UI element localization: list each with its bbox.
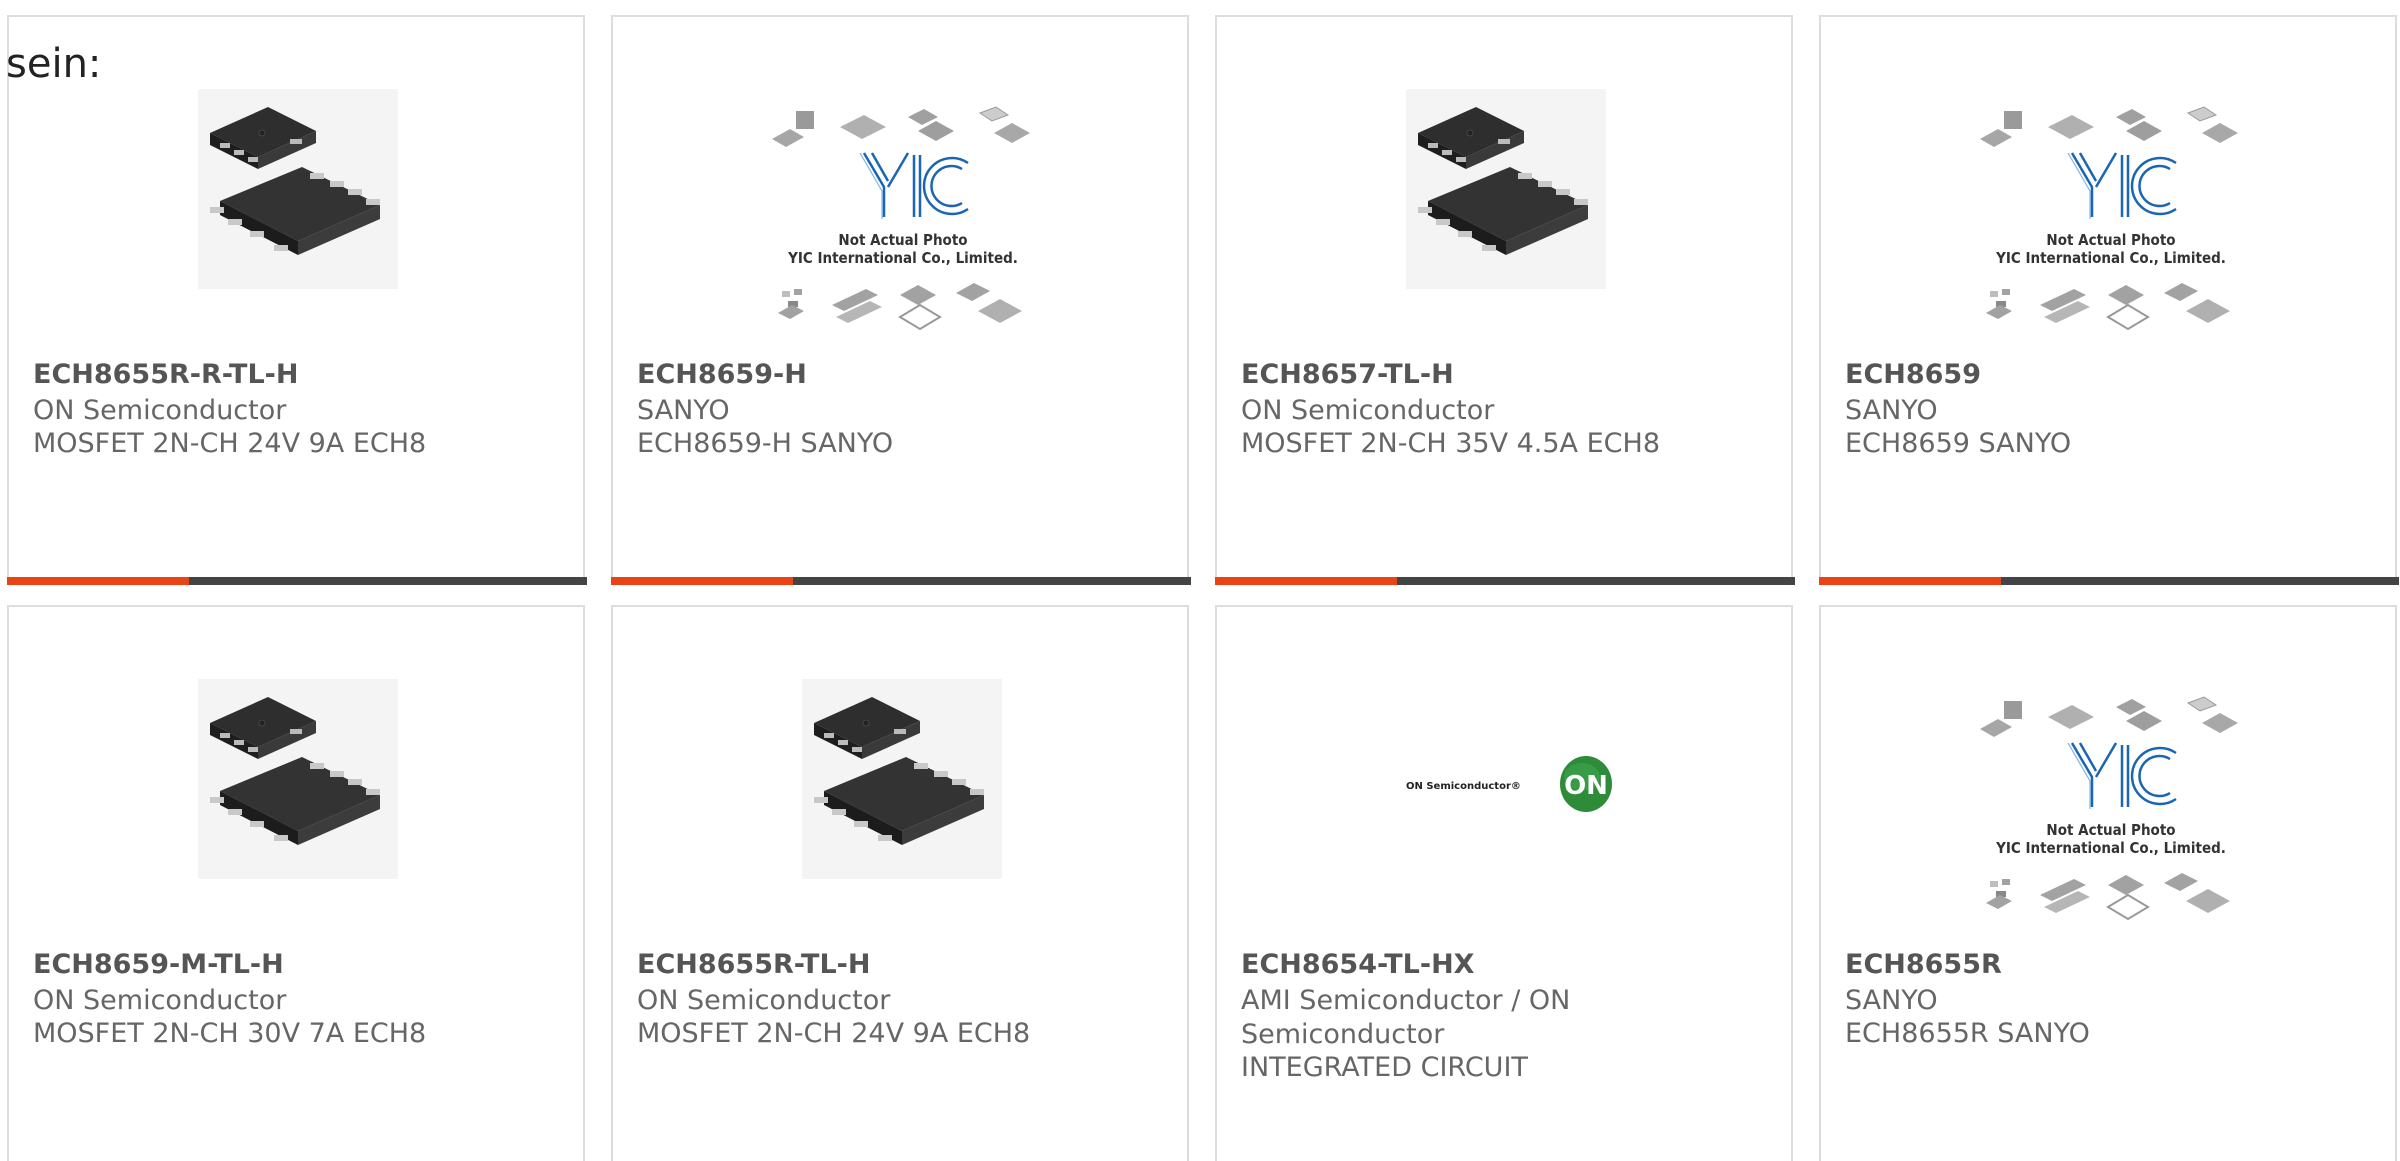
on-semiconductor-logo: ON Semiconductor® ON	[1406, 756, 1612, 812]
product-card[interactable]: ECH8659-M-TL-H ON Semiconductor MOSFET 2N-…	[7, 605, 585, 1161]
part-description: ECH8655R SANYO	[1845, 1018, 2090, 1049]
card-progress-bar	[1819, 577, 2399, 585]
product-card[interactable]: Not Actual Photo YIC International Co., …	[611, 15, 1191, 585]
product-image[interactable]	[613, 607, 1187, 947]
product-grid-page: sein: ECH8655R-R-TL-H ON Semiconductor M…	[0, 0, 2400, 1161]
card-progress-accent	[1215, 577, 1397, 585]
part-number-link[interactable]: ECH8659-M-TL-H	[33, 949, 284, 980]
product-image[interactable]: ON Semiconductor® ON	[1217, 607, 1791, 947]
svg-text:YIC International Co., Limited: YIC International Co., Limited.	[1995, 839, 2226, 857]
product-card[interactable]: ECH8657-TL-H ON Semiconductor MOSFET 2N-CH…	[1215, 15, 1795, 585]
not-actual-photo-placeholder: Not Actual Photo YIC International Co., …	[772, 106, 1030, 331]
card-progress-accent	[1819, 577, 2001, 585]
manufacturer: ON Semiconductor	[33, 395, 287, 426]
not-actual-photo-placeholder: Not Actual Photo YIC International Co., …	[1980, 106, 2238, 331]
card-progress-accent	[611, 577, 793, 585]
part-number-link[interactable]: ECH8659	[1845, 359, 1981, 390]
not-actual-photo-placeholder: Not Actual Photo YIC International Co., …	[1980, 696, 2238, 921]
svg-text:Not Actual Photo: Not Actual Photo	[2046, 231, 2175, 249]
part-number-link[interactable]: ECH8655R-R-TL-H	[33, 359, 298, 390]
product-image[interactable]: Not Actual Photo YIC International Co., …	[1821, 607, 2395, 947]
intro-text: sein:	[6, 41, 102, 87]
product-card[interactable]: Not Actual Photo YIC International Co., …	[1819, 15, 2399, 585]
part-number-link[interactable]: ECH8655R	[1845, 949, 2002, 980]
chip-photo	[198, 679, 398, 879]
product-image[interactable]	[1217, 17, 1791, 357]
manufacturer: ON Semiconductor	[33, 985, 287, 1016]
manufacturer: ON Semiconductor	[637, 985, 891, 1016]
chip-photo	[1406, 89, 1606, 289]
product-image[interactable]: Not Actual Photo YIC International Co., …	[613, 17, 1187, 357]
svg-text:ON Semiconductor®: ON Semiconductor®	[1406, 781, 1521, 792]
manufacturer: SANYO	[1845, 395, 1938, 426]
part-number-link[interactable]: ECH8655R-TL-H	[637, 949, 870, 980]
svg-text:Not Actual Photo: Not Actual Photo	[838, 231, 967, 249]
manufacturer: ON Semiconductor	[1241, 395, 1495, 426]
part-description: INTEGRATED CIRCUIT	[1241, 1052, 1528, 1083]
manufacturer: SANYO	[637, 395, 730, 426]
card-progress-bar	[1215, 577, 1795, 585]
part-description: ECH8659 SANYO	[1845, 428, 2072, 459]
chip-photo	[198, 89, 398, 289]
part-number-link[interactable]: ECH8654-TL-HX	[1241, 949, 1474, 980]
svg-text:Not Actual Photo: Not Actual Photo	[2046, 821, 2175, 839]
part-description: MOSFET 2N-CH 24V 9A ECH8	[33, 428, 427, 459]
part-description: ECH8659-H SANYO	[637, 428, 894, 459]
card-progress-accent	[7, 577, 189, 585]
chip-photo	[802, 679, 1002, 879]
card-progress-bar	[611, 577, 1191, 585]
svg-text:ON: ON	[1564, 771, 1608, 801]
product-image[interactable]	[9, 607, 583, 947]
product-image[interactable]: Not Actual Photo YIC International Co., …	[1821, 17, 2395, 357]
product-card[interactable]: ECH8655R-R-TL-H ON Semiconductor MOSFET 2N…	[7, 15, 587, 585]
manufacturer: AMI Semiconductor / ON Semiconductor	[1241, 985, 1571, 1050]
svg-text:YIC International Co., Limited: YIC International Co., Limited.	[787, 249, 1018, 267]
part-number-link[interactable]: ECH8659-H	[637, 359, 807, 390]
manufacturer: SANYO	[1845, 985, 1938, 1016]
svg-text:YIC International Co., Limited: YIC International Co., Limited.	[1995, 249, 2226, 267]
card-progress-bar	[7, 577, 587, 585]
product-card[interactable]: ON Semiconductor® ON ECH8654-TL-HX AMI Se…	[1215, 605, 1793, 1161]
part-description: MOSFET 2N-CH 24V 9A ECH8	[637, 1018, 1031, 1049]
part-description: MOSFET 2N-CH 30V 7A ECH8	[33, 1018, 427, 1049]
product-card[interactable]: Not Actual Photo YIC International Co., …	[1819, 605, 2397, 1161]
product-card[interactable]: ECH8655R-TL-H ON Semiconductor MOSFET 2N-C…	[611, 605, 1189, 1161]
part-description: MOSFET 2N-CH 35V 4.5A ECH8	[1241, 428, 1661, 459]
part-number-link[interactable]: ECH8657-TL-H	[1241, 359, 1454, 390]
